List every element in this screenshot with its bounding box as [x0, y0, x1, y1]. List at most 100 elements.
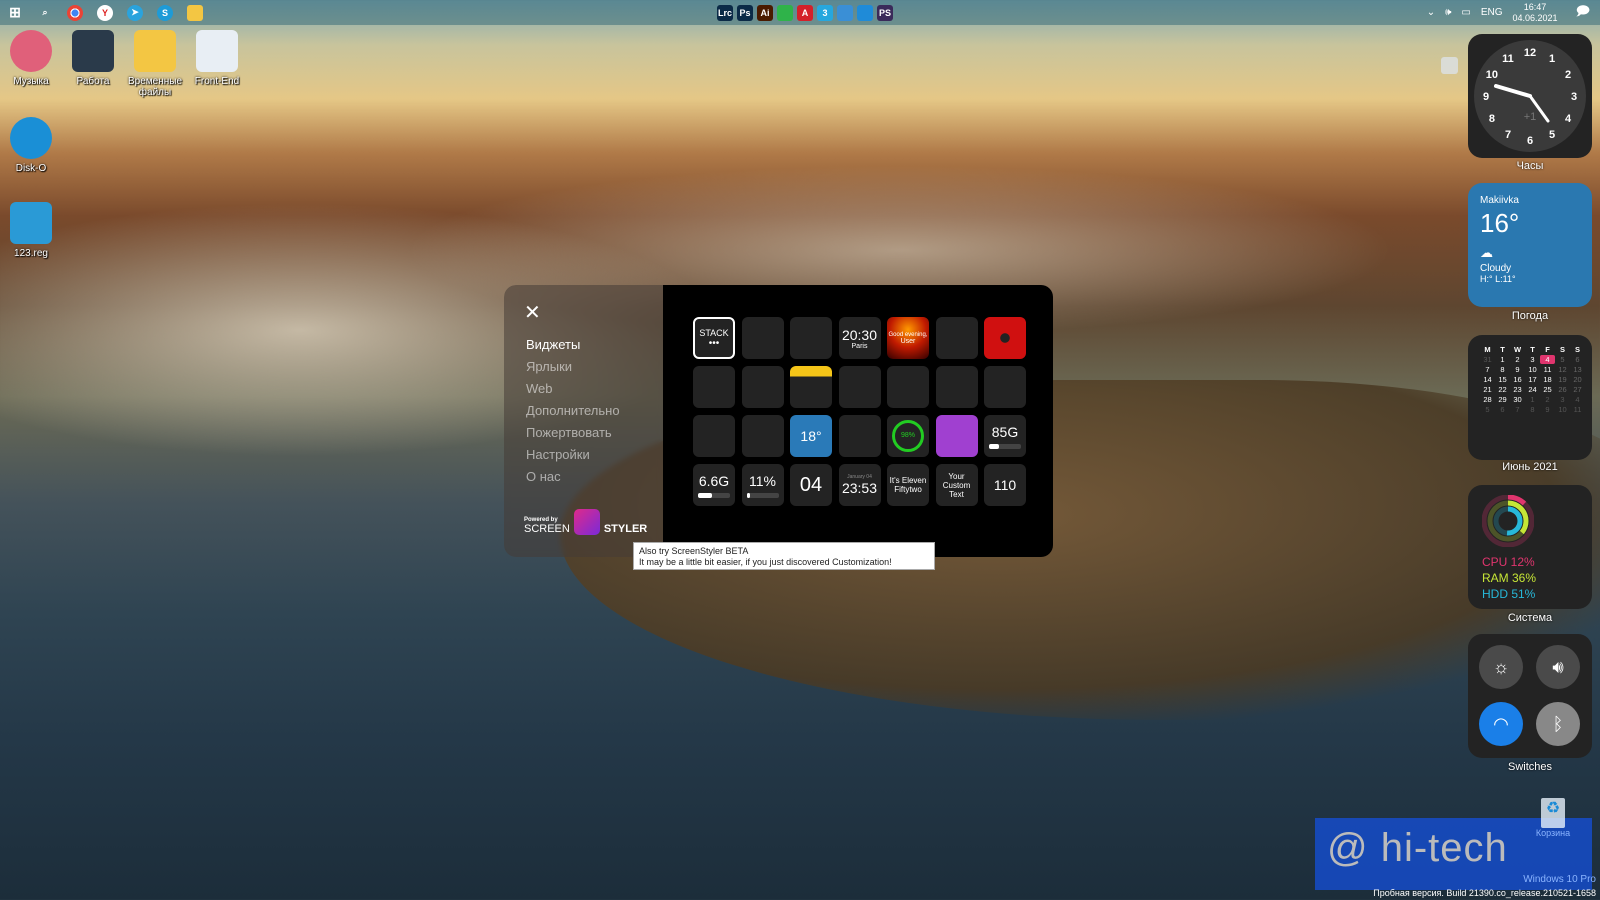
calendar-day[interactable]: 25: [1540, 385, 1555, 394]
widget-tile-timers[interactable]: [693, 415, 735, 457]
widget-tile-game[interactable]: [935, 415, 978, 457]
desktop-icon[interactable]: Работа: [62, 30, 124, 87]
calendar-day[interactable]: 14: [1480, 375, 1495, 384]
calendar-day[interactable]: 5: [1555, 355, 1570, 364]
desktop-icon[interactable]: 123.reg: [0, 202, 62, 259]
widget-tile-date-time[interactable]: January 04 23:53: [838, 464, 881, 506]
widget-tile-day[interactable]: 04: [790, 464, 832, 506]
notifications-icon[interactable]: 🗩: [1576, 2, 1590, 24]
widget-tile-battery-ring[interactable]: 98%: [887, 415, 929, 457]
calendar-day[interactable]: 26: [1555, 385, 1570, 394]
calendar-day[interactable]: 11: [1570, 405, 1585, 414]
widget-tile-calendar[interactable]: [741, 317, 784, 359]
calendar-day[interactable]: 20: [1570, 375, 1585, 384]
widget-tile-counter[interactable]: 110: [984, 464, 1026, 506]
widget-tile-moon[interactable]: [693, 366, 735, 408]
calendar-day[interactable]: 16: [1510, 375, 1525, 384]
calendar-day[interactable]: 28: [1480, 395, 1495, 404]
calendar-day[interactable]: 8: [1525, 405, 1540, 414]
widget-tile-cpu-usage[interactable]: 11%: [741, 464, 784, 506]
yandex-icon[interactable]: Y: [97, 4, 113, 21]
calendar-day[interactable]: 9: [1540, 405, 1555, 414]
nav-item[interactable]: Web: [526, 381, 641, 397]
widget-handle[interactable]: [1441, 57, 1458, 74]
calendar-day[interactable]: 24: [1525, 385, 1540, 394]
widget-tile-world-clock[interactable]: 20:30 Paris: [838, 317, 881, 359]
pinned-app-icon[interactable]: [857, 4, 873, 21]
pinned-app-icon[interactable]: PS: [877, 4, 893, 21]
calendar-day[interactable]: 1: [1495, 355, 1510, 364]
recycle-bin-icon[interactable]: ♻ Корзина: [1535, 798, 1571, 838]
calendar-day[interactable]: 19: [1555, 375, 1570, 384]
pinned-app-icon[interactable]: 3: [817, 4, 833, 21]
chrome-icon[interactable]: [67, 4, 83, 21]
search-icon[interactable]: ⌕: [37, 5, 53, 21]
calendar-day[interactable]: 6: [1570, 355, 1585, 364]
desktop-icon[interactable]: Временные файлы: [124, 30, 186, 98]
wifi-toggle[interactable]: ◠: [1479, 702, 1523, 746]
network-icon[interactable]: ▭: [1461, 7, 1470, 18]
calendar-day[interactable]: 31: [1480, 355, 1495, 364]
desktop-icon[interactable]: Disk-O: [0, 117, 62, 174]
calendar-day[interactable]: 10: [1525, 365, 1540, 374]
calendar-day[interactable]: 4: [1540, 355, 1555, 364]
widget-tile-system[interactable]: [984, 366, 1026, 408]
clock-widget[interactable]: 12 1 2 3 4 5 6 7 8 9 10 11 +1: [1468, 34, 1592, 158]
widget-tile-record[interactable]: [984, 317, 1026, 359]
calendar-day[interactable]: 22: [1495, 385, 1510, 394]
calendar-day[interactable]: 23: [1510, 385, 1525, 394]
widget-tile-news[interactable]: [887, 366, 929, 408]
calendar-day[interactable]: 30: [1510, 395, 1525, 404]
widget-tile-app-shortcuts[interactable]: [935, 317, 978, 359]
nav-item[interactable]: Дополнительно: [526, 403, 641, 419]
calendar-day[interactable]: 6: [1495, 405, 1510, 414]
calendar-day[interactable]: 7: [1480, 365, 1495, 374]
calendar-day[interactable]: 7: [1510, 405, 1525, 414]
calendar-day[interactable]: 21: [1480, 385, 1495, 394]
calendar-day[interactable]: 27: [1570, 385, 1585, 394]
widget-tile-ram-used[interactable]: 6.6G: [693, 464, 735, 506]
widget-tile-stack[interactable]: STACK •••: [693, 317, 735, 359]
desktop-icon[interactable]: Музыка: [0, 30, 62, 87]
close-icon[interactable]: ✕: [524, 303, 641, 323]
calendar-day[interactable]: 3: [1555, 395, 1570, 404]
brightness-toggle[interactable]: ☼: [1479, 645, 1523, 689]
calendar-day[interactable]: 1: [1525, 395, 1540, 404]
calendar-day[interactable]: 11: [1540, 365, 1555, 374]
powered-by-logo[interactable]: Powered by SCREEN STYLER: [524, 509, 647, 535]
widget-tile-weather[interactable]: 18°: [790, 415, 832, 457]
nav-item[interactable]: Настройки: [526, 447, 641, 463]
volume-icon[interactable]: 🕪: [1445, 7, 1451, 18]
nav-item[interactable]: Ярлыки: [526, 359, 641, 375]
widget-tile-music[interactable]: [741, 366, 784, 408]
widget-tile-quote[interactable]: [838, 366, 881, 408]
pinned-app-icon[interactable]: [777, 4, 793, 21]
calendar-day[interactable]: 13: [1570, 365, 1585, 374]
widget-tile-notes[interactable]: [790, 366, 832, 408]
calendar-day[interactable]: 29: [1495, 395, 1510, 404]
file-explorer-icon[interactable]: [187, 4, 203, 21]
widget-tile-custom-text[interactable]: Your Custom Text: [935, 464, 978, 506]
language-indicator[interactable]: ENG: [1481, 7, 1503, 18]
nav-item[interactable]: Пожертвовать: [526, 425, 641, 441]
calendar-widget[interactable]: M T W T F S S 31 1 2 3 4 5 6 7 8 9 10 11 12 13 14 15 16 17 18 19 20…: [1468, 335, 1592, 460]
pinned-app-icon[interactable]: Lrc: [717, 4, 733, 21]
widget-tile-analog-clock[interactable]: [790, 317, 832, 359]
desktop-icon[interactable]: Front-End: [186, 30, 248, 87]
calendar-day[interactable]: 10: [1555, 405, 1570, 414]
calendar-day[interactable]: 2: [1510, 355, 1525, 364]
volume-toggle[interactable]: 🔊︎: [1536, 645, 1580, 689]
calendar-day[interactable]: 5: [1480, 405, 1495, 414]
calendar-day[interactable]: 17: [1525, 375, 1540, 384]
clock[interactable]: 16:47 04.06.2021: [1513, 2, 1558, 24]
pinned-app-icon[interactable]: [837, 4, 853, 21]
widget-tile-sliders[interactable]: [741, 415, 784, 457]
calendar-day[interactable]: 3: [1525, 355, 1540, 364]
widget-tile-world-clocks[interactable]: [838, 415, 881, 457]
calendar-day[interactable]: 9: [1510, 365, 1525, 374]
pinned-app-icon[interactable]: Ai: [757, 4, 773, 21]
windows-start-icon[interactable]: ⊞: [7, 4, 23, 21]
calendar-day[interactable]: 15: [1495, 375, 1510, 384]
widget-tile-disk-free[interactable]: 85G: [984, 415, 1026, 457]
telegram-icon[interactable]: ➤: [127, 4, 143, 21]
